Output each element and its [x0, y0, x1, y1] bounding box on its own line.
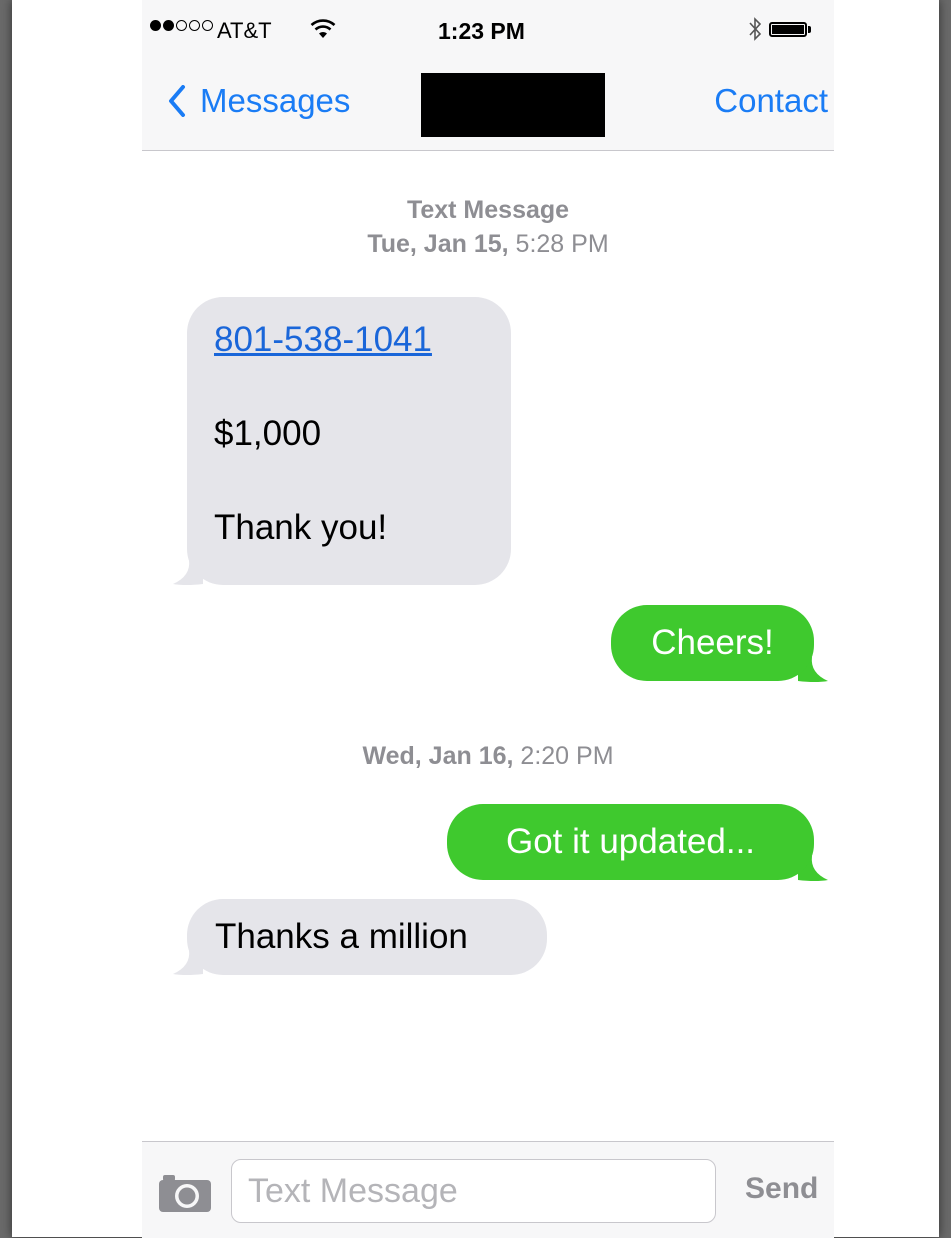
- message-text: $1,000: [214, 414, 322, 453]
- timestamp: Wed, Jan 16, 2:20 PM: [362, 742, 614, 770]
- battery-level: [772, 25, 804, 34]
- screenshot-frame: AT&T 1:23 PM Messages Contact Text Messa…: [12, 0, 939, 1238]
- phone-number-link[interactable]: 801-538-1041: [214, 319, 511, 361]
- messages-screen: AT&T 1:23 PM Messages Contact Text Messa…: [142, 0, 834, 1238]
- timestamp: Tue, Jan 15, 5:28 PM: [367, 230, 609, 258]
- back-button[interactable]: Messages: [168, 82, 350, 120]
- carrier-name: AT&T: [217, 18, 272, 43]
- signal-strength-icon: [150, 20, 215, 31]
- outgoing-message: Cheers!: [611, 605, 814, 681]
- incoming-message: Thanks a million: [187, 899, 547, 975]
- message-header: Text Message Tue, Jan 15, 5:28 PM: [142, 193, 834, 261]
- back-chevron-icon: [169, 85, 185, 117]
- redacted-contact-name: [421, 73, 605, 137]
- status-bar: AT&T 1:23 PM: [142, 0, 834, 64]
- camera-icon[interactable]: [157, 1172, 213, 1214]
- status-time: 1:23 PM: [438, 18, 525, 44]
- outgoing-message: Got it updated...: [447, 804, 814, 880]
- compose-bar: Send: [142, 1141, 834, 1238]
- message-type-label: Text Message: [406, 196, 570, 224]
- message-text: Thank you!: [214, 508, 388, 547]
- bluetooth-icon: [749, 17, 762, 41]
- send-button[interactable]: Send: [745, 1172, 818, 1206]
- back-button-label: Messages: [200, 82, 351, 119]
- battery-icon: [769, 22, 807, 37]
- wifi-icon: [310, 19, 336, 38]
- message-input[interactable]: [231, 1159, 716, 1223]
- battery-tip: [808, 26, 811, 33]
- incoming-message: 801-538-1041 $1,000 Thank you!: [187, 297, 511, 585]
- navigation-bar: Messages Contact: [142, 64, 834, 151]
- contact-button[interactable]: Contact: [714, 82, 828, 120]
